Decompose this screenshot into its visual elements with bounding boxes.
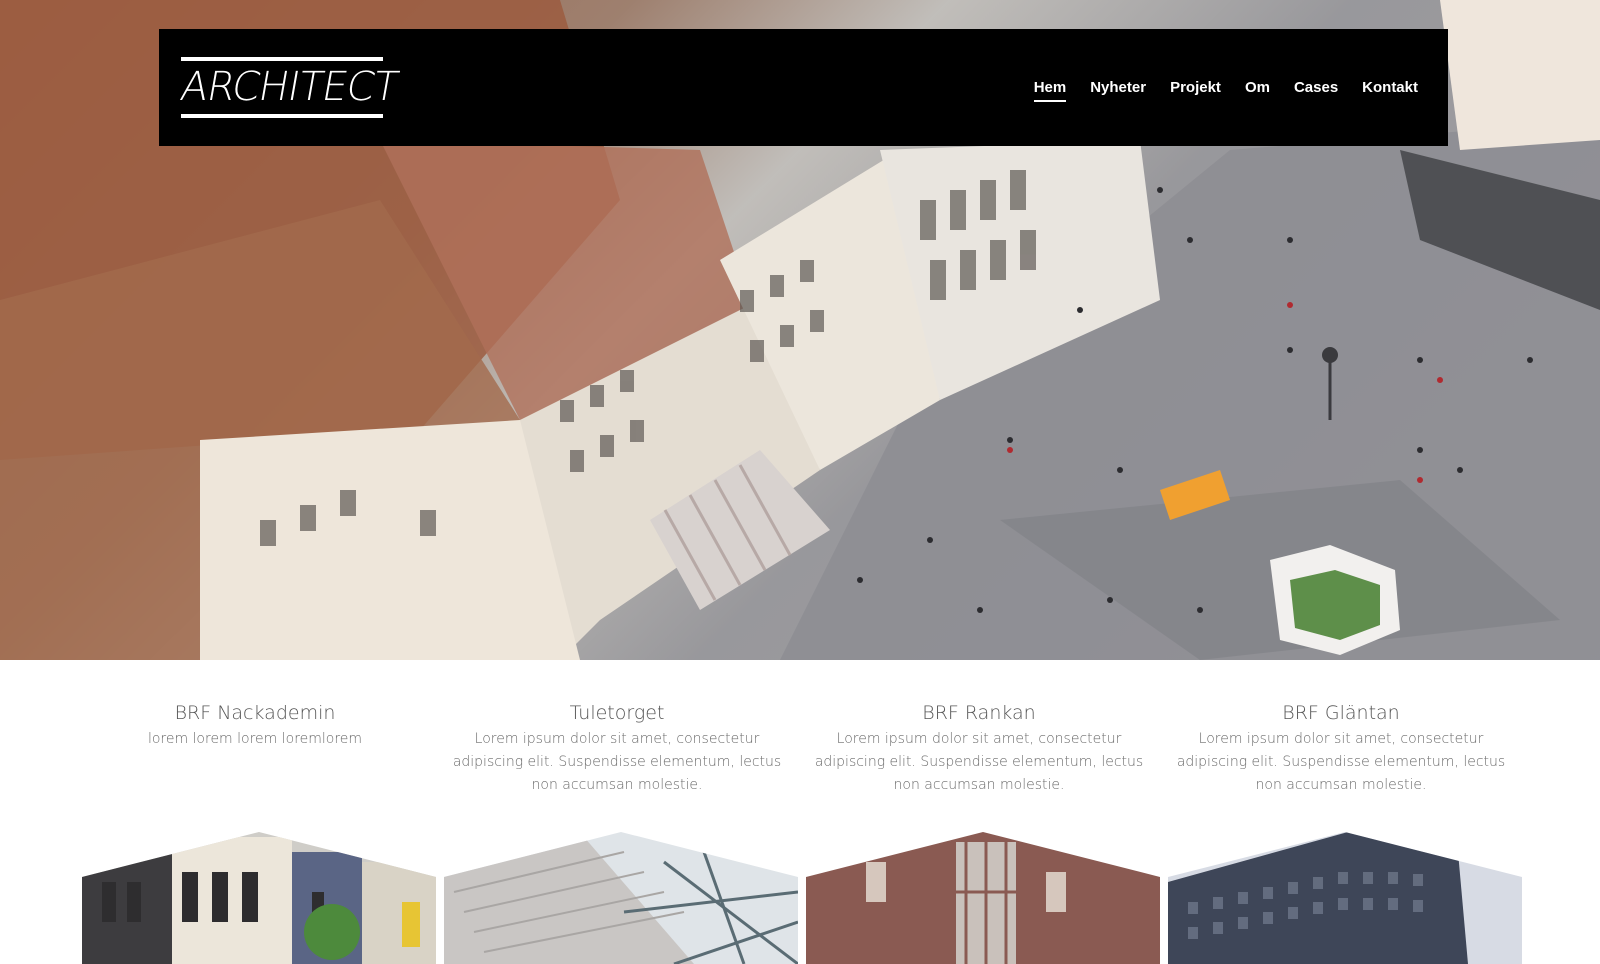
feature-title: BRF Nackademin — [174, 702, 336, 724]
feature-text: lorem lorem lorem loremlorem — [147, 731, 363, 747]
logo-top-bar — [181, 57, 383, 61]
site-logo[interactable]: ARCHITECT — [177, 57, 401, 118]
logo-bottom-bar — [181, 114, 383, 118]
feature-brf-nackademin: BRF Nackademin lorem lorem lorem loremlo… — [80, 700, 430, 751]
nav-item-projekt[interactable]: Projekt — [1170, 79, 1221, 102]
nav-item-kontakt[interactable]: Kontakt — [1362, 79, 1418, 102]
site-header: ARCHITECT Hem Nyheter Projekt Om Cases K… — [159, 29, 1448, 146]
main-nav: Hem Nyheter Projekt Om Cases Kontakt — [1033, 79, 1418, 102]
feature-brf-rankan: BRF Rankan Lorem ipsum dolor sit amet, c… — [804, 700, 1154, 797]
project-image-rankan[interactable] — [806, 832, 1160, 964]
feature-text: Lorem ipsum dolor sit amet, consectetur … — [1176, 731, 1506, 793]
project-image-glantan[interactable] — [1168, 832, 1522, 964]
nav-item-cases[interactable]: Cases — [1294, 79, 1338, 102]
nav-item-hem[interactable]: Hem — [1033, 79, 1066, 102]
feature-tuletorget: Tuletorget Lorem ipsum dolor sit amet, c… — [442, 700, 792, 797]
project-images — [82, 832, 1527, 964]
feature-title: BRF Gläntan — [1282, 702, 1400, 724]
nav-item-om[interactable]: Om — [1245, 79, 1270, 102]
feature-brf-glantan: BRF Gläntan Lorem ipsum dolor sit amet, … — [1166, 700, 1516, 797]
project-image-tuletorget[interactable] — [444, 832, 798, 964]
project-features: BRF Nackademin lorem lorem lorem loremlo… — [80, 700, 1525, 810]
feature-title: Tuletorget — [569, 702, 665, 724]
nav-item-nyheter[interactable]: Nyheter — [1090, 79, 1146, 102]
project-image-nackademin[interactable] — [82, 832, 436, 964]
logo-text: ARCHITECT — [176, 64, 402, 110]
feature-text: Lorem ipsum dolor sit amet, consectetur … — [452, 731, 782, 793]
feature-text: Lorem ipsum dolor sit amet, consectetur … — [814, 731, 1144, 793]
feature-title: BRF Rankan — [922, 702, 1036, 724]
